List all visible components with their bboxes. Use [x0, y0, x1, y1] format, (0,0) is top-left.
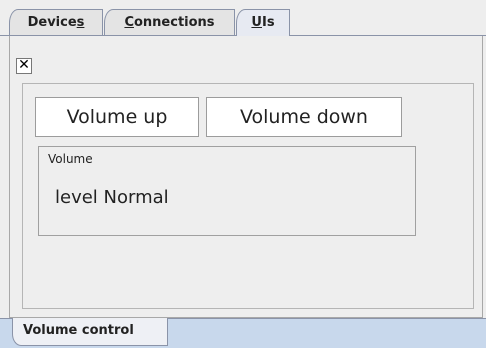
tab-label: onnections: [133, 15, 215, 30]
volume-level-text: level Normal: [55, 187, 169, 208]
volume-up-button[interactable]: Volume up: [35, 97, 199, 137]
volume-group: Volume level Normal: [38, 146, 416, 236]
tab-uis[interactable]: UIs: [236, 9, 290, 36]
tab-label: Device: [27, 15, 77, 30]
close-icon[interactable]: ✕: [16, 58, 32, 74]
tab-devices[interactable]: Devices: [9, 9, 103, 35]
tab-mnemonic: U: [251, 15, 262, 30]
volume-down-button[interactable]: Volume down: [206, 97, 402, 137]
bottom-tab-bar: Volume control: [0, 318, 486, 348]
volume-group-title: Volume: [48, 152, 93, 166]
tab-label: Volume control: [23, 323, 134, 338]
tab-mnemonic: s: [76, 15, 85, 30]
tab-mnemonic: C: [124, 15, 134, 30]
tab-volume-control[interactable]: Volume control: [12, 318, 168, 346]
tab-connections[interactable]: Connections: [104, 9, 235, 35]
tab-label: Is: [261, 15, 275, 30]
top-tab-bar: Devices Connections UIs: [0, 0, 486, 36]
